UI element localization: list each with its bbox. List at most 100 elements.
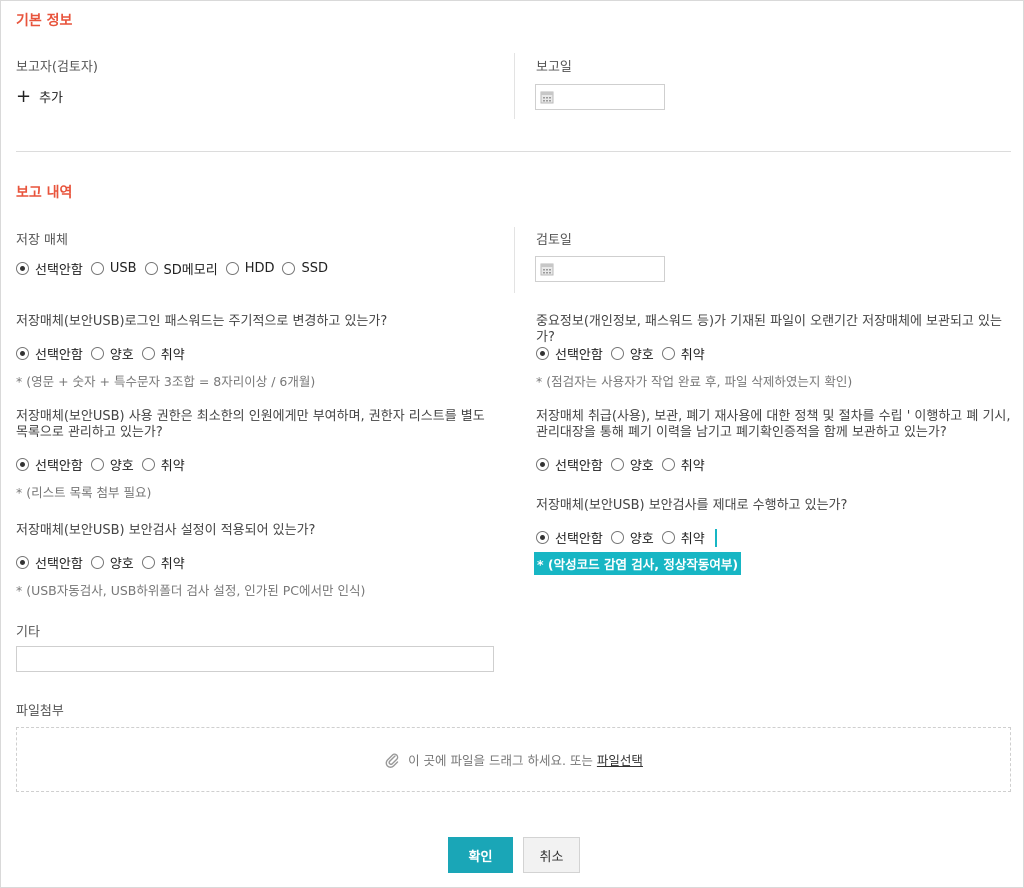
radio-option-good[interactable]: 양호 (610, 344, 654, 363)
add-reporter-button[interactable]: + 추가 (16, 87, 63, 106)
section-title-basic-info: 기본 정보 (16, 13, 73, 29)
report-date-input[interactable] (535, 84, 665, 110)
reporter-label: 보고자(검토자) (16, 60, 98, 75)
radio-option-good[interactable]: 양호 (90, 553, 134, 572)
report-date-label: 보고일 (536, 60, 572, 75)
question-disposal-policy-radio-group: 선택안함 양호 취약 (536, 455, 713, 474)
radio-option-none[interactable]: 선택안함 (536, 528, 603, 547)
radio-label: 취약 (160, 459, 185, 474)
radio-label: 취약 (160, 348, 185, 363)
radio-option-sd[interactable]: SD메모리 (144, 259, 218, 278)
radio-button[interactable] (90, 262, 104, 275)
radio-label: 선택안함 (555, 459, 603, 474)
radio-button[interactable] (610, 347, 624, 360)
question-sensitive-files-radio-group: 선택안함 양호 취약 (536, 344, 713, 363)
question-scan-settings: 저장매체(보안USB) 보안검사 설정이 적용되어 있는가? (16, 523, 316, 538)
radio-option-none[interactable]: 선택안함 (536, 455, 603, 474)
radio-button[interactable] (536, 531, 549, 544)
radio-option-weak[interactable]: 취약 (661, 528, 705, 547)
calendar-icon (540, 263, 554, 276)
radio-option-good[interactable]: 양호 (90, 455, 134, 474)
radio-option-weak[interactable]: 취약 (661, 344, 705, 363)
radio-button[interactable] (610, 458, 624, 471)
radio-button[interactable] (661, 458, 675, 471)
radio-option-none[interactable]: 선택안함 (16, 455, 83, 474)
radio-button[interactable] (661, 531, 675, 544)
radio-button[interactable] (141, 347, 155, 360)
radio-option-none[interactable]: 선택안함 (536, 344, 603, 363)
section-title-report-details: 보고 내역 (16, 185, 73, 201)
radio-button[interactable] (144, 262, 158, 275)
cancel-button[interactable]: 취소 (523, 837, 580, 873)
question-password-change-note: * (영문 + 숫자 + 특수문자 3조합 = 8자리이상 / 6개월) (16, 374, 316, 389)
radio-button[interactable] (536, 347, 549, 360)
radio-option-none[interactable]: 선택안함 (16, 344, 83, 363)
radio-label: HDD (244, 261, 275, 276)
radio-label: 선택안함 (35, 459, 83, 474)
radio-button[interactable] (610, 531, 624, 544)
radio-label: 취약 (680, 348, 705, 363)
radio-option-good[interactable]: 양호 (610, 528, 654, 547)
radio-button[interactable] (90, 556, 104, 569)
radio-button[interactable] (16, 262, 29, 275)
radio-label: 양호 (629, 348, 654, 363)
paperclip-icon (385, 753, 399, 768)
file-dropzone[interactable]: 이 곳에 파일을 드래그 하세요. 또는 파일선택 (16, 727, 1011, 792)
review-date-label: 검토일 (536, 233, 572, 248)
storage-media-label: 저장 매체 (16, 233, 68, 248)
radio-label: 양호 (629, 532, 654, 547)
question-security-scan-note: * (악성코드 감염 검사, 정상작동여부) (534, 552, 742, 575)
radio-button[interactable] (225, 262, 239, 275)
radio-label: 취약 (680, 459, 705, 474)
question-security-scan: 저장매체(보안USB) 보안검사를 제대로 수행하고 있는가? (536, 498, 848, 513)
radio-button[interactable] (90, 347, 104, 360)
radio-button[interactable] (16, 347, 29, 360)
radio-button[interactable] (141, 458, 155, 471)
radio-label: 선택안함 (35, 557, 83, 572)
radio-button[interactable] (90, 458, 104, 471)
calendar-icon (540, 91, 554, 104)
column-divider (514, 227, 515, 293)
radio-option-weak[interactable]: 취약 (141, 344, 185, 363)
radio-option-good[interactable]: 양호 (610, 455, 654, 474)
radio-label: 양호 (109, 348, 134, 363)
question-password-change-radio-group: 선택안함 양호 취약 (16, 344, 193, 363)
question-disposal-policy: 저장매체 취급(사용), 보관, 폐기 재사용에 대한 정책 및 절차를 수립 … (536, 409, 1011, 440)
radio-option-none[interactable]: 선택안함 (16, 259, 83, 278)
add-label: 추가 (39, 91, 64, 106)
confirm-button[interactable]: 확인 (448, 837, 513, 873)
radio-option-weak[interactable]: 취약 (661, 455, 705, 474)
radio-option-usb[interactable]: USB (90, 261, 137, 276)
radio-option-weak[interactable]: 취약 (141, 553, 185, 572)
column-divider (514, 53, 515, 119)
review-date-input[interactable] (535, 256, 665, 282)
etc-input[interactable] (16, 646, 494, 672)
radio-button[interactable] (536, 458, 549, 471)
question-access-rights: 저장매체(보안USB) 사용 권한은 최소한의 인원에게만 부여하며, 권한자 … (16, 409, 485, 440)
file-select-link[interactable]: 파일선택 (597, 750, 643, 769)
question-sensitive-files: 중요정보(개인정보, 패스워드 등)가 기재된 파일이 오랜기간 저장매체에 보… (536, 314, 1002, 345)
radio-option-weak[interactable]: 취약 (141, 455, 185, 474)
text-cursor (714, 528, 717, 547)
question-scan-settings-note: * (USB자동검사, USB하위폴더 검사 설정, 인가된 PC에서만 인식) (16, 583, 366, 598)
radio-label: SD메모리 (163, 263, 218, 278)
etc-label: 기타 (16, 625, 40, 640)
radio-button[interactable] (661, 347, 675, 360)
radio-button[interactable] (282, 262, 296, 275)
dropzone-text: 이 곳에 파일을 드래그 하세요. 또는 (408, 753, 593, 768)
question-security-scan-radio-group: 선택안함 양호 취약 (536, 528, 717, 547)
radio-button[interactable] (16, 458, 29, 471)
question-access-rights-radio-group: 선택안함 양호 취약 (16, 455, 193, 474)
radio-option-none[interactable]: 선택안함 (16, 553, 83, 572)
radio-button[interactable] (16, 556, 29, 569)
radio-button[interactable] (141, 556, 155, 569)
attachment-label: 파일첨부 (16, 704, 64, 719)
plus-icon: + (16, 85, 32, 107)
section-divider (16, 151, 1011, 152)
radio-label: 선택안함 (35, 348, 83, 363)
radio-option-good[interactable]: 양호 (90, 344, 134, 363)
radio-option-ssd[interactable]: SSD (282, 261, 328, 276)
storage-media-radio-group: 선택안함 USB SD메모리 HDD SSD (16, 259, 336, 278)
radio-label: 양호 (109, 459, 134, 474)
radio-option-hdd[interactable]: HDD (225, 261, 275, 276)
